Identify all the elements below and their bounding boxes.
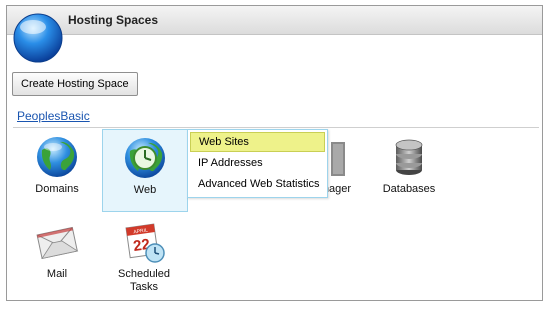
- web-tile[interactable]: Web: [102, 129, 188, 212]
- globe-icon: [37, 137, 77, 177]
- hosting-space-link[interactable]: PeoplesBasic: [17, 109, 90, 123]
- web-context-menu: Web Sites IP Addresses Advanced Web Stat…: [187, 129, 328, 198]
- calendar-clock-icon: APRIL 22: [125, 223, 165, 263]
- mail-label: Mail: [46, 268, 68, 280]
- web-label: Web: [133, 184, 157, 196]
- database-icon: [395, 139, 423, 175]
- globe-logo-icon: [13, 13, 63, 63]
- panel-title: Hosting Spaces: [68, 13, 159, 27]
- divider: [13, 127, 539, 128]
- menu-item-ip-addresses[interactable]: IP Addresses: [190, 153, 325, 173]
- databases-label: Databases: [382, 183, 436, 195]
- scheduled-tasks-label-line2: Tasks: [129, 281, 159, 293]
- scheduled-tasks-label-line1: Scheduled: [118, 268, 170, 280]
- menu-item-web-sites[interactable]: Web Sites: [190, 132, 325, 152]
- hosting-spaces-panel: Hosting Spaces Create Hosting Space Peop…: [6, 5, 543, 301]
- create-hosting-space-button[interactable]: Create Hosting Space: [12, 72, 138, 96]
- web-globe-clock-icon: [125, 138, 165, 178]
- menu-item-advanced-web-statistics[interactable]: Advanced Web Statistics: [190, 174, 325, 194]
- domains-label: Domains: [35, 183, 79, 195]
- domains-tile[interactable]: Domains: [15, 134, 99, 196]
- envelope-icon: [36, 226, 79, 260]
- scheduled-tasks-tile[interactable]: APRIL 22 Scheduled Tasks: [102, 219, 186, 294]
- panel-header: Hosting Spaces: [7, 6, 542, 35]
- databases-tile[interactable]: Databases: [367, 134, 451, 196]
- mail-tile[interactable]: Mail: [15, 219, 99, 281]
